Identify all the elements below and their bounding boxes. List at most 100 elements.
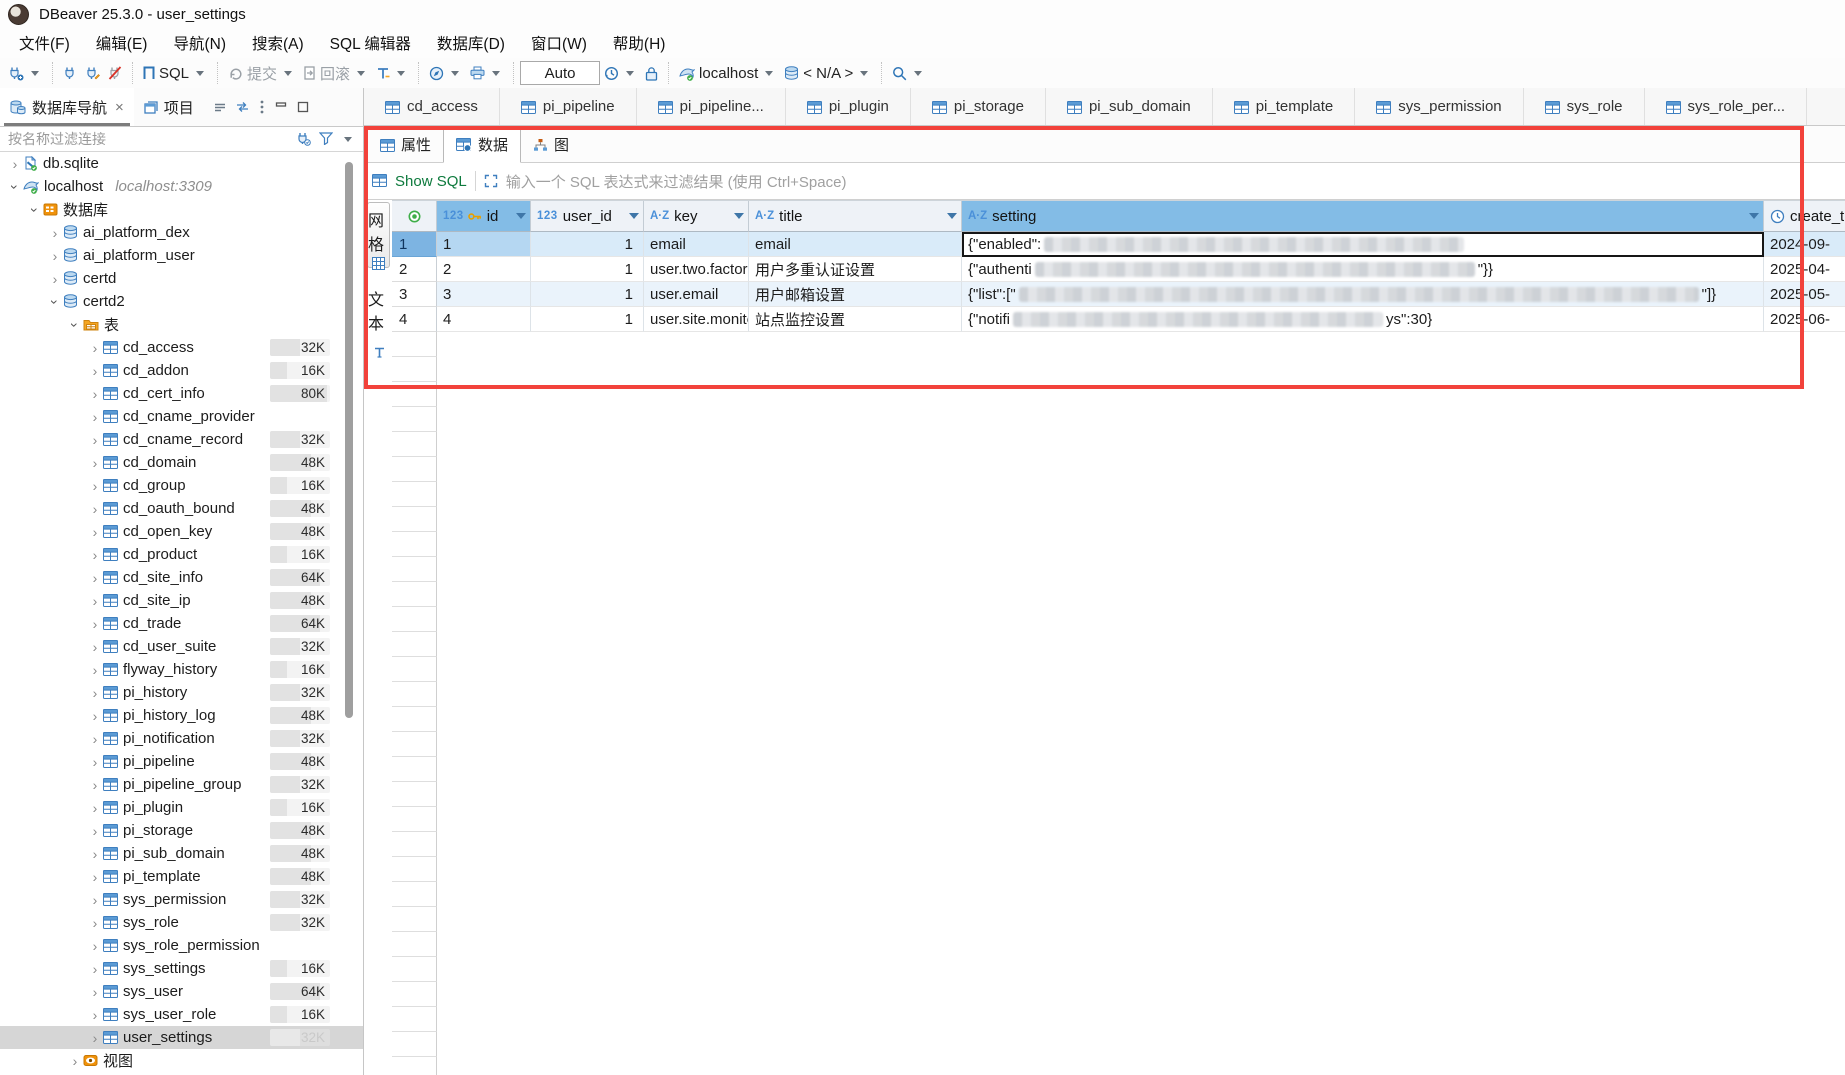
editor-tab-pi_pipeline[interactable]: pi_pipeline <box>500 88 637 125</box>
chevron-right-icon[interactable]: › <box>88 662 102 678</box>
tab-data[interactable]: 数据 <box>443 127 521 163</box>
tree-item-pi_plugin[interactable]: ›pi_plugin16K <box>0 796 363 819</box>
chevron-down-icon[interactable] <box>492 71 500 76</box>
expand-filter-icon[interactable] <box>484 172 498 190</box>
cell-setting[interactable]: {"authenti"}} <box>962 257 1764 282</box>
chevron-right-icon[interactable]: › <box>88 777 102 793</box>
editor-tab-pi_sub_domain[interactable]: pi_sub_domain <box>1046 88 1213 125</box>
cell-id[interactable]: 2 <box>437 257 531 282</box>
cell-key[interactable]: email <box>644 232 749 257</box>
grid-row-4[interactable]: 441user.site.monitor站点监控设置{"notifiys":30… <box>392 307 1845 332</box>
tree-item-数据库[interactable]: ›数据库 <box>0 198 363 221</box>
menu-item-5[interactable]: 数据库(D) <box>424 29 518 57</box>
menu-item-1[interactable]: 编辑(E) <box>83 29 161 57</box>
chevron-right-icon[interactable]: › <box>88 938 102 954</box>
chevron-right-icon[interactable]: › <box>88 409 102 425</box>
cell-create-time[interactable]: 2025-05- <box>1764 282 1845 307</box>
tab-database-navigator[interactable]: 数据库导航 × <box>0 88 134 126</box>
disconnect-button[interactable] <box>104 63 126 83</box>
row-number[interactable]: 3 <box>392 282 437 307</box>
cell-user-id[interactable]: 1 <box>531 307 644 332</box>
menu-item-0[interactable]: 文件(F) <box>6 29 83 57</box>
search-button[interactable] <box>888 63 929 84</box>
cell-user-id[interactable]: 1 <box>531 232 644 257</box>
tree-item-cd_user_suite[interactable]: ›cd_user_suite32K <box>0 635 363 658</box>
tree-item-视图[interactable]: ›视图 <box>0 1049 363 1072</box>
tree-item-pi_storage[interactable]: ›pi_storage48K <box>0 819 363 842</box>
column-filter-icon[interactable] <box>734 213 744 219</box>
row-number[interactable]: 4 <box>392 307 437 332</box>
cell-key[interactable]: user.two.factor <box>644 257 749 282</box>
tree-item-sys_settings[interactable]: ›sys_settings16K <box>0 957 363 980</box>
chevron-right-icon[interactable]: › <box>88 685 102 701</box>
chevron-right-icon[interactable]: › <box>88 823 102 839</box>
tree-item-pi_notification[interactable]: ›pi_notification32K <box>0 727 363 750</box>
grid-row-2[interactable]: 221user.two.factor用户多重认证设置{"authenti"}}2… <box>392 257 1845 282</box>
history-button[interactable] <box>600 63 641 84</box>
chevron-right-icon[interactable]: › <box>88 892 102 908</box>
tree-item-cd_addon[interactable]: ›cd_addon16K <box>0 359 363 382</box>
chevron-right-icon[interactable]: › <box>88 708 102 724</box>
cell-id[interactable]: 1 <box>437 232 531 257</box>
chevron-right-icon[interactable]: › <box>88 455 102 471</box>
cell-key[interactable]: user.site.monitor <box>644 307 749 332</box>
column-filter-icon[interactable] <box>516 213 526 219</box>
chevron-right-icon[interactable]: › <box>48 248 62 264</box>
column-filter-icon[interactable] <box>947 213 957 219</box>
cell-setting[interactable]: {"enabled": <box>962 232 1764 257</box>
grid-row-1[interactable]: 111emailemail{"enabled":2024-09- <box>392 232 1845 257</box>
maximize-panel-icon[interactable] <box>297 101 309 113</box>
edit-connection-button[interactable] <box>81 63 104 83</box>
chevron-down-icon[interactable]: › <box>67 318 83 332</box>
chevron-right-icon[interactable]: › <box>88 984 102 1000</box>
tree-item-cd_oauth_bound[interactable]: ›cd_oauth_bound48K <box>0 497 363 520</box>
plug-check-icon[interactable] <box>296 130 311 148</box>
cell-title[interactable]: email <box>749 232 962 257</box>
chevron-down-icon[interactable] <box>357 71 365 76</box>
tree-item-pi_pipeline_group[interactable]: ›pi_pipeline_group32K <box>0 773 363 796</box>
chevron-right-icon[interactable]: › <box>48 271 62 287</box>
chevron-right-icon[interactable]: › <box>88 639 102 655</box>
chevron-down-icon[interactable] <box>397 71 405 76</box>
chevron-right-icon[interactable]: › <box>88 869 102 885</box>
menu-item-2[interactable]: 导航(N) <box>160 29 239 57</box>
column-header-key[interactable]: A·Zkey <box>644 201 749 232</box>
sidebar-scrollbar[interactable] <box>345 162 353 718</box>
tree-item-cd_domain[interactable]: ›cd_domain48K <box>0 451 363 474</box>
tree-item-ai_platform_dex[interactable]: ›ai_platform_dex <box>0 221 363 244</box>
chevron-right-icon[interactable]: › <box>88 1030 102 1046</box>
chevron-down-icon[interactable] <box>860 71 868 76</box>
tree-item-cd_cname_record[interactable]: ›cd_cname_record32K <box>0 428 363 451</box>
tab-properties[interactable]: 属性 <box>368 128 443 162</box>
cell-title[interactable]: 用户多重认证设置 <box>749 257 962 282</box>
tree-item-cd_product[interactable]: ›cd_product16K <box>0 543 363 566</box>
chevron-right-icon[interactable]: › <box>88 386 102 402</box>
chevron-down-icon[interactable] <box>626 71 634 76</box>
tree-item-cd_site_ip[interactable]: ›cd_site_ip48K <box>0 589 363 612</box>
connect-button[interactable] <box>59 63 81 83</box>
tree-item-db.sqlite[interactable]: ›db.sqlite <box>0 152 363 175</box>
chevron-right-icon[interactable]: › <box>88 1007 102 1023</box>
chevron-right-icon[interactable]: › <box>88 754 102 770</box>
tree-item-pi_pipeline[interactable]: ›pi_pipeline48K <box>0 750 363 773</box>
tree-item-cd_trade[interactable]: ›cd_trade64K <box>0 612 363 635</box>
chevron-down-icon[interactable] <box>765 71 773 76</box>
chevron-right-icon[interactable]: › <box>88 340 102 356</box>
cell-title[interactable]: 用户邮箱设置 <box>749 282 962 307</box>
cell-id[interactable]: 3 <box>437 282 531 307</box>
chevron-right-icon[interactable]: › <box>8 156 22 172</box>
panel-divider[interactable] <box>363 88 364 1075</box>
editor-tab-sys_permission[interactable]: sys_permission <box>1355 88 1523 125</box>
grid-row-3[interactable]: 331user.email用户邮箱设置{"list":[""]}2025-05- <box>392 282 1845 307</box>
row-number[interactable]: 1 <box>392 232 437 257</box>
chevron-down-icon[interactable] <box>284 71 292 76</box>
chevron-right-icon[interactable]: › <box>88 478 102 494</box>
transaction-mode-button[interactable] <box>372 64 412 83</box>
tab-projects[interactable]: 项目 <box>134 88 204 126</box>
presentation-text-tab[interactable]: 文本 <box>368 284 390 364</box>
menu-item-3[interactable]: 搜索(A) <box>239 29 317 57</box>
tree-item-sys_user[interactable]: ›sys_user64K <box>0 980 363 1003</box>
tree-item-sys_user_role[interactable]: ›sys_user_role16K <box>0 1003 363 1026</box>
tree-item-flyway_history[interactable]: ›flyway_history16K <box>0 658 363 681</box>
navigator-tools-button[interactable] <box>425 63 466 84</box>
